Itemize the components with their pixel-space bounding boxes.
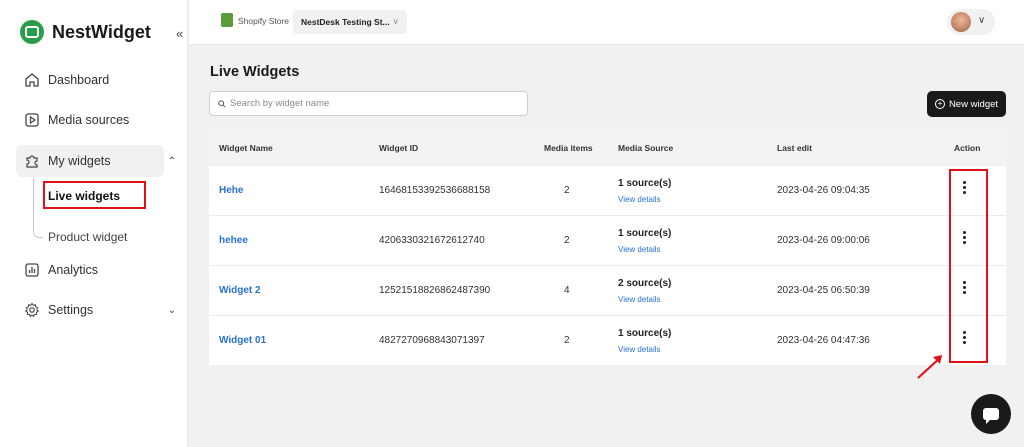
media-source: 1 source(s) (618, 328, 672, 339)
last-edit: 2023-04-26 04:47:36 (777, 335, 870, 346)
collapse-sidebar-icon[interactable]: « (176, 26, 183, 41)
last-edit: 2023-04-25 06:50:39 (777, 285, 870, 296)
sidebar-item-label: Media sources (48, 113, 130, 127)
last-edit: 2023-04-26 09:04:35 (777, 185, 870, 196)
column-header: Media items (544, 143, 593, 153)
sidebar-item-label: Dashboard (48, 73, 110, 87)
media-count: 2 (564, 335, 570, 346)
column-header: Action (954, 143, 981, 153)
column-header: Media Source (618, 143, 674, 153)
chat-bubble-icon (983, 408, 999, 424)
media-count: 2 (564, 185, 570, 196)
home-icon (25, 73, 39, 87)
sidebar-subitem-product-widget[interactable]: Product widget (48, 230, 127, 244)
sidebar-item-label: My widgets (48, 154, 111, 168)
shop-label: Shopify Store (238, 16, 290, 26)
widget-name-link[interactable]: Hehe (219, 185, 243, 196)
table-header: Widget Name Widget ID Media items Media … (209, 130, 1006, 165)
view-details-link[interactable]: View details (618, 245, 661, 254)
media-count: 2 (564, 235, 570, 246)
sidebar-item-dashboard[interactable]: Dashboard (16, 64, 164, 96)
chevron-down-icon: ∨ (392, 16, 399, 26)
table-row: Hehe 16468153392536688158 2 1 source(s) … (209, 165, 1006, 215)
sidebar-item-my-widgets[interactable]: My widgets ⌃ (16, 145, 176, 177)
submenu-connector (33, 178, 43, 238)
column-header: Widget ID (379, 143, 419, 153)
view-details-link[interactable]: View details (618, 195, 661, 204)
action-column-highlight (949, 169, 988, 363)
media-source: 2 source(s) (618, 278, 672, 289)
top-bar: Shopify Store NestDesk Testing St... ∨ ∨ (189, 0, 1024, 45)
search-input[interactable]: Search by widget name (209, 91, 528, 116)
widget-name-link[interactable]: Widget 2 (219, 285, 261, 296)
avatar (951, 12, 971, 32)
sidebar-item-label: Analytics (48, 263, 99, 277)
table-row: Widget 01 4827270968843071397 2 1 source… (209, 315, 1006, 365)
store-select[interactable]: NestDesk Testing St... ∨ (293, 10, 407, 34)
widget-name-link[interactable]: hehee (219, 235, 248, 246)
search-icon (218, 99, 226, 108)
view-details-link[interactable]: View details (618, 345, 661, 354)
account-menu[interactable]: ∨ (947, 9, 995, 35)
media-source: 1 source(s) (618, 228, 672, 239)
new-widget-button[interactable]: + New widget (927, 91, 1006, 117)
play-icon (25, 113, 39, 127)
column-header: Widget Name (219, 143, 273, 153)
sidebar-item-label: Settings (48, 303, 94, 317)
pointer-arrow-icon (917, 355, 942, 379)
nestwidget-logo-icon (20, 20, 44, 44)
sidebar: NestWidget « Dashboard Media sources My … (0, 0, 188, 447)
chevron-down-icon: ⌄ (167, 304, 176, 316)
view-details-link[interactable]: View details (618, 295, 661, 304)
media-source: 1 source(s) (618, 178, 672, 189)
widgets-table: Widget Name Widget ID Media items Media … (209, 130, 1006, 365)
table-row: Widget 2 12521518826862487390 4 2 source… (209, 265, 1006, 315)
shopify-bag-icon (221, 13, 233, 27)
widget-id: 4206330321672612740 (379, 235, 485, 246)
chat-launcher-button[interactable] (971, 394, 1011, 434)
chevron-up-icon: ⌃ (167, 155, 176, 167)
chevron-down-icon: ∨ (978, 15, 986, 26)
column-header: Last edit (777, 143, 812, 153)
chart-icon (25, 263, 39, 277)
widget-name-link[interactable]: Widget 01 (219, 335, 266, 346)
sidebar-item-media-sources[interactable]: Media sources (16, 104, 164, 136)
search-placeholder: Search by widget name (230, 98, 330, 109)
media-count: 4 (564, 285, 570, 296)
widget-id: 12521518826862487390 (379, 285, 491, 296)
plus-circle-icon: + (934, 99, 945, 109)
widget-id: 16468153392536688158 (379, 185, 491, 196)
page-title: Live Widgets (210, 64, 300, 80)
store-name: NestDesk Testing St... (301, 17, 390, 27)
new-widget-label: New widget (948, 98, 999, 110)
highlight-box (43, 181, 146, 209)
puzzle-icon (26, 155, 38, 168)
table-row: hehee 4206330321672612740 2 1 source(s) … (209, 215, 1006, 265)
brand-name: NestWidget (52, 21, 151, 42)
gear-icon (24, 302, 40, 318)
sidebar-item-settings[interactable]: Settings ⌄ (16, 294, 176, 326)
brand[interactable]: NestWidget (20, 20, 151, 44)
last-edit: 2023-04-26 09:00:06 (777, 235, 870, 246)
widget-id: 4827270968843071397 (379, 335, 485, 346)
sidebar-item-analytics[interactable]: Analytics (16, 254, 164, 286)
